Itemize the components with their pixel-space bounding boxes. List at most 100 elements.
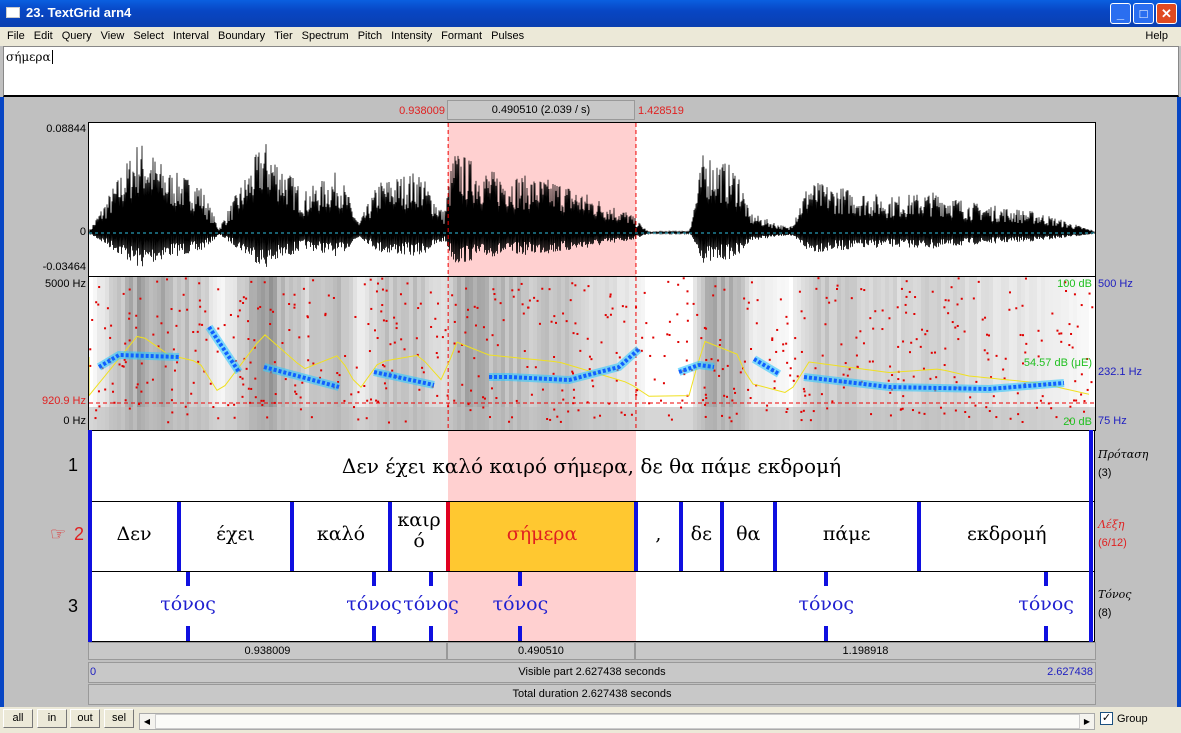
tier-2-interval-label[interactable]: πάμε: [775, 524, 919, 545]
formant-point: [128, 312, 131, 315]
zoom-sel-button[interactable]: sel: [104, 709, 134, 728]
tier-2-boundary[interactable]: [678, 502, 683, 571]
formant-point: [436, 394, 439, 397]
formant-point: [681, 399, 684, 402]
interval-text-input[interactable]: σήμερα: [3, 46, 1179, 97]
menu-file[interactable]: File: [3, 27, 30, 46]
tier-2-interval-label[interactable]: σήμερα: [448, 524, 636, 545]
spectrogram-panel[interactable]: 100 dB 54.57 dB (μE) 20 dB: [88, 276, 1096, 431]
formant-point: [609, 293, 612, 296]
formant-point: [124, 342, 127, 345]
tier-3-point-label[interactable]: τόνος: [781, 594, 871, 615]
tier-3-point-marker[interactable]: [1044, 626, 1049, 641]
scrollbar-thumb[interactable]: [155, 714, 1080, 729]
formant-point: [172, 348, 175, 351]
tier-2-interval-label[interactable]: έχει: [179, 524, 292, 545]
formant-point: [954, 326, 957, 329]
zoom-out-button[interactable]: out: [70, 709, 100, 728]
formant-point: [430, 325, 433, 328]
tier-2-interval-label[interactable]: δε: [681, 524, 722, 545]
zoom-all-button[interactable]: all: [3, 709, 33, 728]
scroll-right-icon[interactable]: ▶: [1080, 714, 1094, 729]
tier-3-point-marker[interactable]: [372, 626, 377, 641]
tier-2[interactable]: Δεν έχει καλό καιρ ό σήμερα, δε θα πάμε εκδρομή: [88, 501, 1095, 572]
formant-point: [382, 319, 385, 322]
tier-2-interval-label[interactable]: εκδρομή: [919, 524, 1095, 545]
tier-3-point-label[interactable]: τόνος: [475, 594, 565, 615]
right-part-duration[interactable]: 1.198918: [635, 642, 1096, 660]
selection-part-duration[interactable]: 0.490510: [447, 642, 635, 660]
formant-point: [494, 298, 497, 301]
total-duration-bar[interactable]: Total duration 2.627438 seconds: [88, 684, 1096, 705]
tier-3-point-marker[interactable]: [824, 626, 829, 641]
tier-3-number[interactable]: 3: [68, 596, 78, 617]
formant-point: [473, 357, 476, 360]
formant-point: [173, 369, 176, 372]
menu-edit[interactable]: Edit: [30, 27, 58, 46]
menu-boundary[interactable]: Boundary: [214, 27, 270, 46]
tier-3-point-marker[interactable]: [1044, 572, 1049, 586]
formant-point: [667, 280, 670, 283]
tier-3-point-label[interactable]: τόνος: [143, 594, 233, 615]
tier-2-boundary[interactable]: [772, 502, 777, 571]
formant-point: [363, 283, 366, 286]
horizontal-scrollbar[interactable]: ◀ ▶: [139, 713, 1095, 730]
tier-3-point-marker[interactable]: [186, 626, 191, 641]
tier-2-interval-label[interactable]: καιρ ό: [390, 510, 448, 552]
formant-point: [957, 338, 960, 341]
tier-3[interactable]: τόνος τόνος τόνος τόνος τόνος τόνος: [88, 571, 1095, 642]
tier-2-boundary[interactable]: [289, 502, 294, 571]
tier-3-point-marker[interactable]: [186, 572, 191, 586]
menu-view[interactable]: View: [97, 27, 130, 46]
zoom-in-button[interactable]: in: [37, 709, 67, 728]
menu-spectrum[interactable]: Spectrum: [298, 27, 354, 46]
pitch-bottom-label: 75 Hz: [1098, 415, 1127, 427]
menu-help[interactable]: Help: [1141, 27, 1173, 42]
tier-2-number[interactable]: 2: [74, 524, 84, 545]
formant-point: [381, 304, 384, 307]
tier-2-interval-label[interactable]: θα: [722, 524, 775, 545]
tier-2-boundary[interactable]: [177, 502, 182, 571]
group-checkbox[interactable]: ✓: [1100, 712, 1113, 725]
maximize-button[interactable]: □: [1133, 3, 1154, 24]
menu-intensity[interactable]: Intensity: [387, 27, 437, 46]
formant-point: [294, 390, 297, 393]
tier-3-point-marker[interactable]: [518, 626, 523, 641]
menu-interval[interactable]: Interval: [169, 27, 214, 46]
tier-1[interactable]: Δεν έχει καλό καιρό σήμερα, δε θα πάμε ε…: [88, 430, 1095, 502]
tier-2-boundary[interactable]: [388, 502, 393, 571]
menu-formant[interactable]: Formant: [437, 27, 487, 46]
waveform-panel[interactable]: [88, 122, 1096, 277]
formant-point: [106, 307, 109, 310]
tier-3-point-marker[interactable]: [824, 572, 829, 586]
selection-duration-bar[interactable]: 0.490510 (2.039 / s): [447, 100, 635, 120]
tier-2-interval-label[interactable]: καλό: [292, 524, 390, 545]
formant-point: [1041, 395, 1044, 398]
tier-2-boundary[interactable]: [916, 502, 921, 571]
tier-3-point-marker[interactable]: [429, 572, 434, 586]
tier-2-interval-label[interactable]: Δεν: [89, 524, 179, 545]
tier-2-boundary[interactable]: [719, 502, 724, 571]
spectrogram-cursor-label: 920.9 Hz: [41, 395, 86, 407]
visible-part-bar[interactable]: Visible part 2.627438 seconds 0 2.627438: [88, 662, 1096, 683]
menu-select[interactable]: Select: [129, 27, 169, 46]
left-part-duration[interactable]: 0.938009: [88, 642, 447, 660]
tier-3-point-marker[interactable]: [372, 572, 377, 586]
tier-3-point-marker[interactable]: [518, 572, 523, 586]
tier-3-point-label[interactable]: τόνος: [1001, 594, 1091, 615]
close-button[interactable]: ✕: [1156, 3, 1177, 24]
tier-2-interval-label[interactable]: ,: [636, 524, 681, 545]
menu-pulses[interactable]: Pulses: [487, 27, 529, 46]
formant-point: [156, 315, 159, 318]
menu-query[interactable]: Query: [58, 27, 97, 46]
tier-2-boundary[interactable]: [633, 502, 638, 571]
tier-2-boundary[interactable]: [446, 502, 451, 571]
tier-3-point-label[interactable]: τόνος: [386, 594, 476, 615]
tier-3-point-marker[interactable]: [429, 626, 434, 641]
formant-point: [902, 340, 905, 343]
tier-1-number[interactable]: 1: [68, 455, 78, 476]
menu-pitch[interactable]: Pitch: [354, 27, 387, 46]
scroll-left-icon[interactable]: ◀: [140, 714, 154, 729]
menu-tier[interactable]: Tier: [270, 27, 298, 46]
minimize-button[interactable]: _: [1110, 3, 1131, 24]
